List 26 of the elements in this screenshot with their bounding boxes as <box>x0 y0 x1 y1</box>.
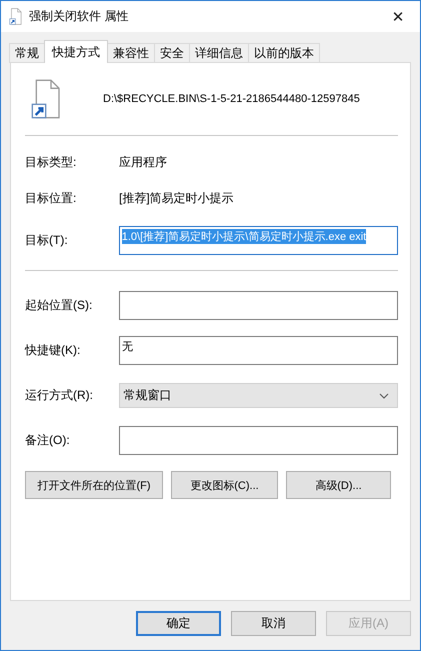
input-field[interactable]: 无 <box>118 336 398 365</box>
input-field[interactable] <box>118 291 398 320</box>
action-button[interactable]: 更改图标(C)... <box>171 471 278 499</box>
action-button[interactable]: 打开文件所在的位置(F) <box>25 471 163 499</box>
field-label: 快捷键(K): <box>25 342 82 359</box>
window-title: 强制关闭软件 属性 <box>29 8 130 25</box>
field-label: 目标(T): <box>25 232 69 248</box>
tab[interactable]: 常规 <box>9 43 45 63</box>
close-button[interactable]: ✕ <box>376 1 420 32</box>
run-dropdown[interactable]: 常规窗口 <box>118 383 398 408</box>
shortcut-icon <box>9 8 23 25</box>
tab[interactable]: 以前的版本 <box>248 43 320 63</box>
field-value: 应用程序 <box>119 154 167 170</box>
tab[interactable]: 快捷方式 <box>44 40 108 63</box>
field-value: [推荐]简易定时小提示 <box>119 190 234 206</box>
field-label: 目标位置: <box>25 190 78 206</box>
dialog-button[interactable]: 取消 <box>231 611 316 636</box>
dialog-button[interactable]: 确定 <box>136 611 221 636</box>
chevron-down-icon <box>379 392 389 398</box>
field-label: 起始位置(S): <box>25 297 94 314</box>
input-field[interactable] <box>118 426 398 455</box>
field-label: 备注(O): <box>25 432 71 449</box>
field-label: 目标类型: <box>25 154 78 170</box>
action-button[interactable]: 高级(D)... <box>286 471 391 499</box>
field-label: 运行方式(R): <box>25 387 94 404</box>
shortcut-path: D:\$RECYCLE.BIN\S-1-5-21-2186544480-12597845 <box>103 93 360 105</box>
